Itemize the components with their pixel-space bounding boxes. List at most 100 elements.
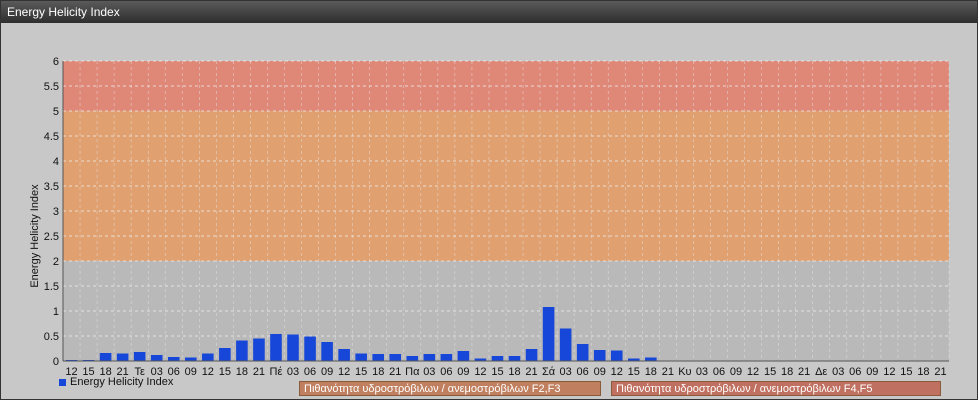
x-tick-label: 09 bbox=[866, 366, 878, 378]
x-tick-label: 09 bbox=[185, 366, 197, 378]
bar bbox=[559, 328, 572, 361]
plot-area: 0 0.5 1 1.5 2 2.5 3 3.5 4 4.5 5 5.5 6 12 15 18 21 Τε 03 06 0… bbox=[1, 23, 977, 399]
y-tick-label: 4 bbox=[53, 156, 59, 168]
bar bbox=[236, 340, 248, 361]
y-tick-label: 3 bbox=[53, 206, 59, 218]
x-tick-label: 09 bbox=[594, 366, 606, 378]
x-tick-label: 12 bbox=[202, 366, 214, 378]
bar bbox=[610, 350, 623, 361]
x-tick-label: 21 bbox=[525, 366, 537, 378]
x-tick-label: 12 bbox=[747, 366, 759, 378]
bar bbox=[133, 352, 146, 361]
x-tick-label: 21 bbox=[253, 366, 265, 378]
y-tick-label: 0.5 bbox=[44, 331, 59, 343]
x-tick-label: 18 bbox=[917, 366, 929, 378]
legend-label: Energy Helicity Index bbox=[70, 376, 174, 388]
x-tick-label: 18 bbox=[236, 366, 248, 378]
x-tick-label: 15 bbox=[764, 366, 776, 378]
bar bbox=[150, 355, 163, 361]
x-tick-label: 15 bbox=[355, 366, 367, 378]
band-label-f4f5: Πιθανότητα υδροστρόβιλων / ανεμοστρόβιλω… bbox=[611, 381, 941, 396]
x-tick-label: 09 bbox=[321, 366, 333, 378]
bar bbox=[508, 356, 521, 361]
ehi-chart: 00.511.522.533.544.555.5612 15 18 21 Τε 03 06 0… bbox=[29, 56, 950, 378]
window-titlebar: Energy Helicity Index bbox=[1, 1, 977, 23]
x-tick-label: 21 bbox=[934, 366, 946, 378]
bar bbox=[542, 307, 555, 361]
x-tick-label: 06 bbox=[577, 366, 589, 378]
x-tick-label: 15 bbox=[219, 366, 231, 378]
bar bbox=[491, 356, 504, 361]
x-tick-label: Πα bbox=[405, 366, 420, 378]
y-tick-label: 4.5 bbox=[44, 131, 59, 143]
y-tick-label: 1 bbox=[53, 306, 59, 318]
legend: Energy Helicity Index bbox=[59, 376, 173, 388]
x-tick-label: 18 bbox=[372, 366, 384, 378]
y-axis-label: Energy Helicity Index bbox=[29, 184, 41, 288]
x-tick-label: 12 bbox=[474, 366, 486, 378]
y-tick-label: 6 bbox=[53, 56, 59, 68]
bar bbox=[338, 349, 350, 361]
x-tick-label: 18 bbox=[645, 366, 657, 378]
bar bbox=[116, 353, 129, 361]
bar bbox=[304, 336, 316, 361]
bar bbox=[423, 354, 436, 361]
y-tick-label: 5 bbox=[53, 106, 59, 118]
x-tick-label: Δε bbox=[815, 366, 827, 378]
x-tick-label: 18 bbox=[781, 366, 793, 378]
x-tick-label: 18 bbox=[508, 366, 520, 378]
legend-swatch bbox=[59, 378, 66, 386]
window-title: Energy Helicity Index bbox=[7, 5, 120, 19]
x-tick-label: 12 bbox=[338, 366, 350, 378]
bar bbox=[184, 357, 197, 361]
bar bbox=[440, 354, 453, 361]
bar bbox=[321, 342, 333, 361]
bar bbox=[389, 354, 402, 361]
bar bbox=[219, 348, 231, 361]
x-tick-label: 12 bbox=[611, 366, 623, 378]
x-tick-label: 12 bbox=[883, 366, 895, 378]
x-tick-label: 03 bbox=[560, 366, 572, 378]
bar bbox=[202, 353, 214, 361]
x-tick-label: Σά bbox=[542, 366, 556, 378]
y-tick-label: 2 bbox=[53, 256, 59, 268]
x-tick-label: 15 bbox=[491, 366, 503, 378]
bar bbox=[576, 344, 589, 361]
bar bbox=[645, 357, 657, 361]
band-label-f2f3: Πιθανότητα υδροστρόβιλων / ανεμοστρόβιλω… bbox=[299, 381, 601, 396]
x-tick-label: 06 bbox=[849, 366, 861, 378]
chart-window: Energy Helicity Index 0 0.5 1 1.5 2 2.5 3 3.5 4 4… bbox=[0, 0, 978, 400]
x-tick-label: 03 bbox=[696, 366, 708, 378]
x-tick-label: 15 bbox=[628, 366, 640, 378]
x-tick-label: 21 bbox=[662, 366, 674, 378]
y-tick-label: 2.5 bbox=[44, 231, 59, 243]
x-tick-label: 21 bbox=[389, 366, 401, 378]
bar bbox=[457, 351, 470, 361]
y-tick-label: 0 bbox=[53, 356, 59, 368]
bar bbox=[99, 353, 112, 361]
bar bbox=[406, 356, 419, 361]
x-tick-label: Κυ bbox=[678, 366, 691, 378]
x-tick-label: 09 bbox=[457, 366, 469, 378]
bar bbox=[287, 334, 299, 361]
y-tick-label: 5.5 bbox=[44, 81, 59, 93]
bar bbox=[355, 353, 367, 361]
y-tick-label: 3.5 bbox=[44, 181, 59, 193]
x-tick-label: 03 bbox=[287, 366, 299, 378]
bar bbox=[525, 349, 538, 361]
x-tick-label: 03 bbox=[832, 366, 844, 378]
x-tick-label: 06 bbox=[304, 366, 316, 378]
bar bbox=[253, 338, 265, 361]
x-tick-label: 06 bbox=[713, 366, 725, 378]
y-tick-label: 1.5 bbox=[44, 281, 59, 293]
x-tick-label: 03 bbox=[423, 366, 435, 378]
x-tick-label: 21 bbox=[798, 366, 810, 378]
bar bbox=[270, 334, 282, 361]
x-tick-label: 06 bbox=[440, 366, 452, 378]
x-tick-label: 15 bbox=[900, 366, 912, 378]
x-tick-label: Πέ bbox=[270, 366, 283, 378]
bar bbox=[167, 357, 180, 361]
bar bbox=[372, 354, 385, 361]
bar bbox=[593, 350, 606, 361]
x-tick-label: 09 bbox=[730, 366, 742, 378]
